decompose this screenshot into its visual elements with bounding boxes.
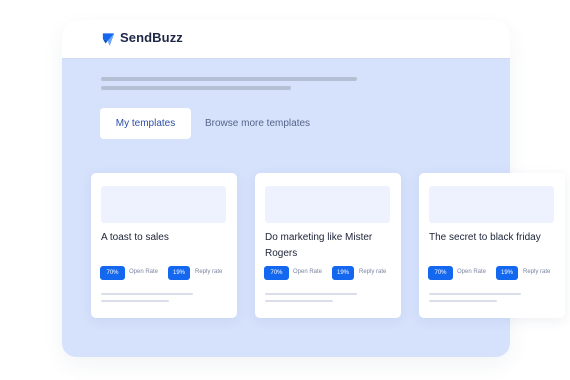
placeholder-line bbox=[101, 293, 193, 295]
reply-rate-label: Reply rate bbox=[523, 269, 551, 275]
placeholder-line bbox=[101, 300, 169, 302]
open-rate-badge: 70% bbox=[264, 266, 289, 280]
reply-rate-badge: 19% bbox=[168, 266, 190, 280]
tab-my-templates[interactable]: My templates bbox=[100, 108, 191, 139]
open-rate-label: Open Rate bbox=[129, 269, 159, 275]
placeholder-line bbox=[265, 300, 333, 302]
top-bar: SendBuzz bbox=[62, 20, 510, 58]
open-rate-label: Open Rate bbox=[293, 269, 323, 275]
reply-rate-badge: 19% bbox=[332, 266, 354, 280]
open-rate-badge: 70% bbox=[428, 266, 453, 280]
template-title: Do marketing like Mister Rogers bbox=[265, 232, 373, 259]
template-card[interactable]: A toast to sales 70% Open Rate 19% Reply… bbox=[91, 173, 237, 318]
placeholder-line bbox=[429, 300, 497, 302]
template-title: The secret to black friday bbox=[429, 232, 541, 243]
template-thumbnail bbox=[101, 186, 226, 223]
template-thumbnail bbox=[429, 186, 554, 223]
open-rate-label: Open Rate bbox=[457, 269, 487, 275]
reply-rate-label: Reply rate bbox=[359, 269, 387, 275]
app-name: SendBuzz bbox=[120, 30, 183, 45]
reply-rate-badge: 19% bbox=[496, 266, 518, 280]
tab-browse-more-templates[interactable]: Browse more templates bbox=[205, 108, 310, 139]
reply-rate-label: Reply rate bbox=[195, 269, 223, 275]
template-card[interactable]: Do marketing like Mister Rogers 70% Open… bbox=[255, 173, 401, 318]
placeholder-line bbox=[265, 293, 357, 295]
template-thumbnail bbox=[265, 186, 390, 223]
template-card[interactable]: The secret to black friday 70% Open Rate… bbox=[419, 173, 565, 318]
placeholder-line bbox=[101, 77, 357, 81]
template-title: A toast to sales bbox=[101, 232, 169, 243]
placeholder-line bbox=[101, 86, 291, 90]
open-rate-badge: 70% bbox=[100, 266, 125, 280]
placeholder-line bbox=[429, 293, 521, 295]
sendbuzz-logo-icon bbox=[102, 33, 115, 46]
